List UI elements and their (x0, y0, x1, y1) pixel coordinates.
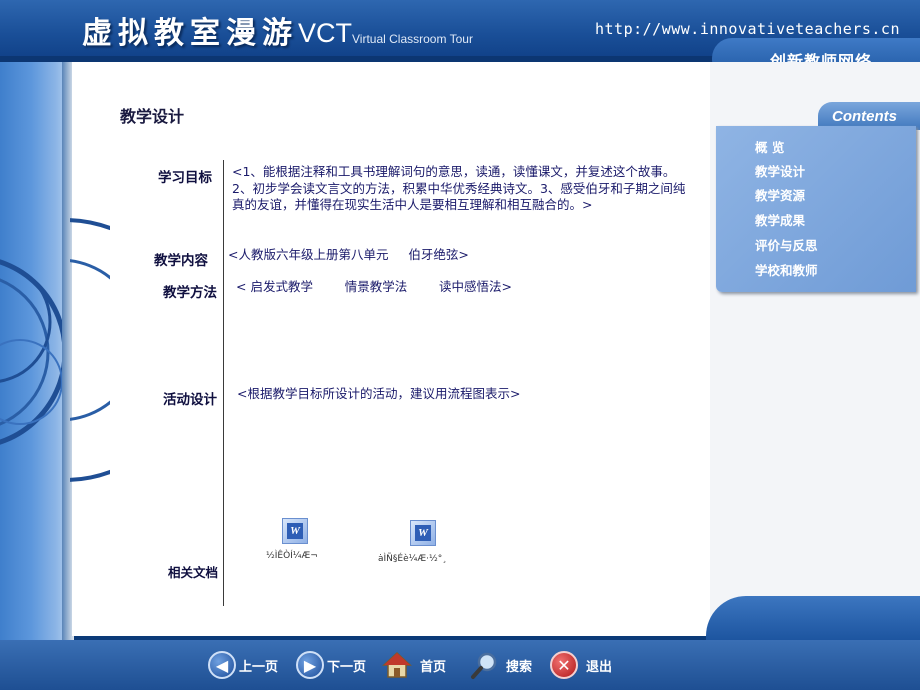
label-related-docs: 相关文档 (167, 565, 218, 580)
menu-item-teaching-design[interactable]: 教学设计 (755, 161, 805, 180)
arrow-right-icon: ▶ (296, 651, 324, 679)
contents-title: Contents (832, 108, 897, 125)
site-url: http://www.innovativeteachers.cn (595, 20, 900, 38)
bottom-nav-bar (0, 640, 920, 690)
home-icon (382, 651, 412, 678)
arrow-left-icon: ◀ (208, 651, 236, 679)
decor-rings-overlap (70, 218, 110, 482)
search-icon (471, 652, 497, 679)
search-label: 搜索 (506, 659, 533, 675)
menu-item-evaluation[interactable]: 评价与反思 (755, 235, 818, 254)
site-title-en: Virtual Classroom Tour (352, 32, 473, 46)
next-page-button[interactable]: ▶ 下一页 (296, 650, 366, 680)
home-button[interactable]: 首页 (382, 650, 446, 680)
menu-item-teaching-resources[interactable]: 教学资源 (755, 185, 805, 204)
value-teaching-method: < 启发式教学 情景教学法 读中感悟法> (236, 279, 512, 294)
site-title-abbr: VCT (298, 18, 352, 48)
document-label[interactable]: ½ÌÊÒÍ¼Æ¬ (266, 551, 318, 561)
word-document-icon[interactable]: W (282, 518, 308, 544)
value-activity-design: <根据教学目标所设计的活动，建议用流程图表示> (237, 386, 521, 401)
vertical-divider (223, 160, 224, 606)
value-teaching-content: <人教版六年级上册第八单元 伯牙绝弦> (228, 247, 469, 262)
value-learning-goals: <1、能根据注释和工具书理解词句的意思，读通，读懂课文，并复述这个故事。2、初步… (232, 164, 686, 212)
menu-item-teaching-results[interactable]: 教学成果 (755, 210, 805, 229)
page-title: 教学设计 (120, 107, 185, 126)
label-activity-design: 活动设计 (163, 392, 217, 408)
close-icon: ✕ (550, 651, 578, 679)
label-learning-goals: 学习目标 (158, 170, 212, 186)
word-document-icon[interactable]: W (410, 520, 436, 546)
prev-page-label: 上一页 (239, 659, 279, 675)
bottom-corner-decor (706, 596, 920, 640)
label-teaching-content: 教学内容 (154, 253, 208, 269)
prev-page-button[interactable]: ◀ 上一页 (208, 650, 278, 680)
exit-label: 退出 (586, 659, 613, 675)
home-label: 首页 (420, 659, 447, 675)
menu-item-overview[interactable]: 概 览 (755, 137, 784, 156)
search-button[interactable]: 搜索 (470, 650, 532, 680)
menu-item-school-teachers[interactable]: 学校和教师 (755, 260, 818, 279)
label-teaching-method: 教学方法 (163, 285, 217, 301)
document-label[interactable]: ȧÌÑ§Éè¼Æ·½°¸ (378, 554, 447, 564)
exit-button[interactable]: ✕ 退出 (550, 650, 612, 680)
next-page-label: 下一页 (327, 659, 367, 675)
site-title-cn: 虚拟教室漫游 (82, 16, 298, 51)
